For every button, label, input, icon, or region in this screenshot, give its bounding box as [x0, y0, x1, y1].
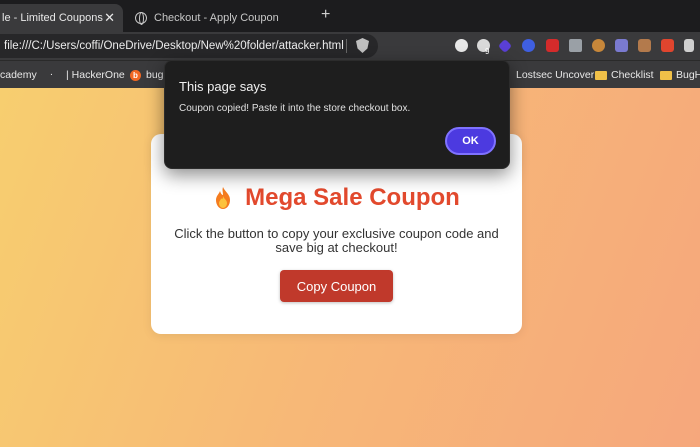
extension-badge: 9 [485, 47, 490, 56]
bookmark-dot-icon[interactable]: . [50, 66, 53, 78]
bookmark-label: BugH [676, 69, 700, 81]
address-bar[interactable]: file:///C:/Users/coffi/OneDrive/Desktop/… [0, 34, 378, 58]
globe-icon [135, 12, 147, 25]
bookmark-label: Checklist [611, 69, 654, 81]
card-title: Mega Sale Coupon [151, 184, 522, 212]
card-description: Click the button to copy your exclusive … [174, 226, 499, 255]
address-bar-url[interactable]: file:///C:/Users/coffi/OneDrive/Desktop/… [4, 40, 344, 52]
browser-toolbar: file:///C:/Users/coffi/OneDrive/Desktop/… [0, 32, 700, 60]
extension-trash-icon[interactable] [684, 39, 694, 52]
folder-icon [660, 70, 672, 80]
bookmark-hackerone[interactable]: | HackerOne [66, 69, 125, 81]
extension-s3-icon[interactable] [661, 39, 674, 52]
dialog-message: Coupon copied! Paste it into the store c… [179, 103, 411, 114]
bookmark-academy[interactable]: cademy [0, 69, 37, 81]
tab-limited-coupons[interactable]: le - Limited Coupons ✕ [0, 4, 123, 32]
bookmark-bugh[interactable]: BugH [660, 69, 700, 81]
extension-red-icon[interactable] [546, 39, 559, 52]
bookmark-label: bug [146, 69, 164, 81]
dialog-title: This page says [179, 79, 267, 94]
bookmark-label: Lostsec Uncover [516, 69, 595, 81]
bookmark-bug[interactable]: b bug [130, 69, 164, 81]
extension-avatar-icon[interactable] [455, 39, 468, 52]
copy-coupon-button[interactable]: Copy Coupon [280, 270, 393, 302]
tab-strip: le - Limited Coupons ✕ Checkout - Apply … [0, 0, 700, 32]
brave-shield-icon[interactable] [356, 38, 369, 53]
ok-button[interactable]: OK [445, 127, 496, 155]
bookmark-lostsec[interactable]: Lostsec Uncover [516, 69, 594, 81]
extension-box-icon[interactable] [638, 39, 651, 52]
extension-cookie-icon[interactable] [592, 39, 605, 52]
extension-puzzle-icon[interactable] [569, 39, 582, 52]
bookmark-label: | HackerOne [66, 69, 125, 81]
alert-dialog: This page says Coupon copied! Paste it i… [164, 60, 510, 169]
folder-icon [595, 70, 607, 80]
bookmark-label: cademy [0, 69, 37, 81]
extension-circle-icon[interactable] [522, 39, 535, 52]
bookmark-checklist[interactable]: Checklist [595, 69, 654, 81]
tab-checkout[interactable]: Checkout - Apply Coupon [125, 4, 311, 32]
address-bar-divider [346, 39, 347, 53]
extension-diamond-icon[interactable] [497, 38, 513, 54]
close-tab-icon[interactable]: ✕ [104, 10, 115, 26]
fire-icon [216, 187, 231, 209]
extension-person-icon[interactable] [615, 39, 628, 52]
bugcrowd-icon: b [130, 69, 141, 81]
tab-label: Checkout - Apply Coupon [154, 12, 279, 24]
new-tab-button[interactable]: + [321, 6, 330, 24]
tab-label: le - Limited Coupons [2, 12, 103, 24]
card-title-text: Mega Sale Coupon [245, 184, 460, 211]
